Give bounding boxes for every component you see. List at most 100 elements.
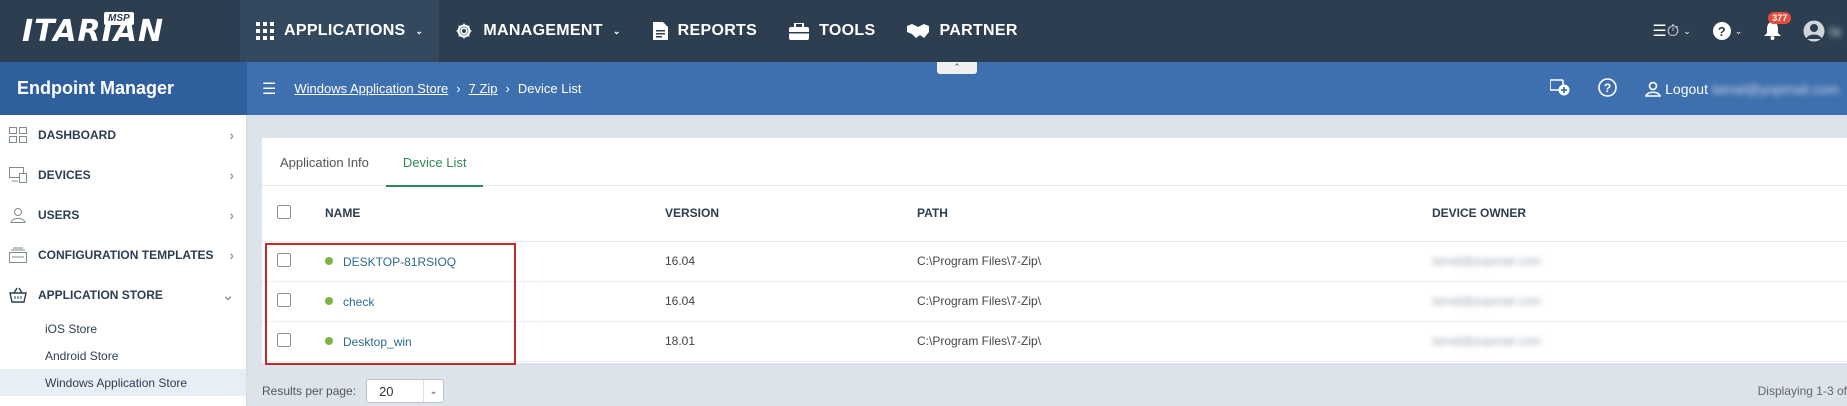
devices-icon [8,166,28,184]
breadcrumb-7zip[interactable]: 7 Zip [469,81,498,96]
chevron-down-icon: ⌄ [1734,25,1743,36]
path-cell: C:\Program Files\7-Zip\ [917,281,1432,322]
pagination-footer: Results per page: 20 ⌄ Displaying 1-3 of [262,376,1847,406]
select-all-checkbox[interactable] [277,204,291,219]
user-email: tamal@yopmail.com [1711,80,1839,97]
chevron-right-icon: › [505,81,510,96]
device-table: NAME VERSION PATH DEVICE OWNER DESKTOP-8… [262,186,1847,362]
recent-activity-button[interactable]: ☰⏱ ⌄ [1652,21,1690,41]
breadcrumb-current: Device List [517,81,582,96]
online-status-icon [325,297,333,306]
owner-email: tamal@yopmail.com [1432,334,1541,348]
device-name-link[interactable]: check [343,294,374,308]
tab-device-list[interactable]: Device List [385,138,484,187]
table-row: check 16.04 C:\Program Files\7-Zip\ tama… [262,281,1847,322]
device-name-link[interactable]: Desktop_win [343,334,412,348]
sidebar-item-devices[interactable]: DEVICES › [0,155,246,195]
chevron-right-icon: › [229,207,234,223]
owner-cell: tamal@yopmail.com [1432,321,1847,362]
column-header-version[interactable]: VERSION [665,186,917,242]
sidebar-subitem-android-store[interactable]: Android Store [0,342,246,369]
tab-bar: Application Info Device List [262,138,1847,187]
owner-email: tamal@yopmail.com [1432,254,1541,268]
module-title: Endpoint Manager [0,62,247,115]
row-checkbox[interactable] [277,252,291,267]
dashboard-icon [8,126,28,144]
table-row: DESKTOP-81RSIOQ 16.04 C:\Program Files\7… [262,241,1847,282]
version-cell: 18.01 [665,321,917,362]
chevron-right-icon: › [456,81,461,96]
user-menu-button[interactable]: ta [1803,20,1841,42]
sidebar: DASHBOARD › DEVICES › USERS › CONFIGURAT… [0,115,247,406]
nav-management-label: MANAGEMENT [483,22,603,39]
nav-partner[interactable]: PARTNER [891,0,1033,62]
help-button[interactable]: ? [1598,77,1617,100]
chevron-down-icon: ⌄ [415,25,424,36]
device-name-cell: DESKTOP-81RSIOQ [325,241,665,282]
templates-icon [8,246,28,264]
logo-text: ITARIAN [22,13,165,49]
column-header-name[interactable]: NAME [325,186,665,242]
sidebar-item-application-store[interactable]: APPLICATION STORE ⌄ [0,275,246,315]
row-checkbox[interactable] [277,292,291,307]
sidebar-item-users[interactable]: USERS › [0,195,246,235]
top-navbar: ITARIAN MSP APPLICATIONS ⌄ MANAGEMENT ⌄ … [0,0,1847,62]
sidebar-item-label: DASHBOARD [38,128,116,142]
table-row: Desktop_win 18.01 C:\Program Files\7-Zip… [262,321,1847,362]
nav-management[interactable]: MANAGEMENT ⌄ [439,0,636,62]
sidebar-subitem-ios-store[interactable]: iOS Store [0,315,246,342]
version-cell: 16.04 [665,281,917,322]
nav-reports[interactable]: REPORTS [637,0,773,62]
tab-application-info[interactable]: Application Info [278,138,386,186]
display-count: Displaying 1-3 of [1757,384,1847,398]
row-checkbox[interactable] [277,332,291,347]
device-name-cell: Desktop_win [325,321,665,362]
column-header-path[interactable]: PATH [917,186,1432,242]
nav-applications[interactable]: APPLICATIONS ⌄ [240,0,440,62]
results-per-page-label: Results per page: [262,384,357,398]
add-device-button[interactable] [1549,78,1570,99]
document-icon [652,22,668,40]
chevron-right-icon: › [229,127,234,143]
breadcrumb-windows-store[interactable]: Windows Application Store [294,81,448,96]
device-name-cell: check [325,281,665,322]
menu-toggle-icon[interactable]: ☰ [262,79,276,99]
results-per-page-select[interactable]: 20 ⌄ [366,379,445,403]
sidebar-item-configuration-templates[interactable]: CONFIGURATION TEMPLATES › [0,235,246,275]
chevron-down-icon: ⌄ [612,25,621,36]
help-menu-button[interactable]: ? ⌄ [1712,22,1743,40]
device-list-panel: Application Info Device List NAME VERSIO… [262,138,1847,363]
avatar-icon [1803,20,1825,42]
svg-text:?: ? [1604,81,1611,95]
breadcrumb: ☰ Windows Application Store › 7 Zip › De… [262,62,581,115]
path-cell: C:\Program Files\7-Zip\ [917,321,1432,362]
owner-email: tamal@yopmail.com [1432,294,1541,308]
notifications-button[interactable]: 377 [1764,12,1792,40]
user-outline-icon [1645,81,1662,97]
chevron-right-icon: › [229,167,234,183]
question-circle-icon: ? [1598,77,1617,97]
sidebar-item-label: CONFIGURATION TEMPLATES [38,248,214,262]
row-select-cell [262,281,325,322]
sidebar-subitem-windows-application-store[interactable]: Windows Application Store [0,369,246,396]
logout-button[interactable]: Logout tamal@yopmail.com [1645,81,1839,97]
gear-icon [456,22,473,40]
handshake-icon [907,24,930,38]
logo[interactable]: ITARIAN MSP [0,0,240,62]
header-bar: Endpoint Manager ☰ Windows Application S… [0,62,1847,115]
sidebar-item-dashboard[interactable]: DASHBOARD › [0,115,246,155]
chevron-down-icon: ⌄ [222,286,234,303]
sidebar-item-label: USERS [38,208,80,222]
online-status-icon [325,257,333,266]
device-name-link[interactable]: DESKTOP-81RSIOQ [343,254,456,268]
basket-icon [8,286,28,304]
column-header-device-owner[interactable]: DEVICE OWNER [1432,186,1847,242]
nav-tools[interactable]: TOOLS [773,0,891,62]
table-header-row: NAME VERSION PATH DEVICE OWNER [262,186,1847,242]
add-device-icon [1549,79,1570,96]
notification-count-badge: 377 [1768,12,1792,24]
toolbox-icon [789,22,810,40]
logo-tier-badge: MSP [104,12,134,25]
collapse-header-button[interactable]: ⌃ [937,62,977,74]
chevron-down-icon: ⌄ [423,380,443,402]
